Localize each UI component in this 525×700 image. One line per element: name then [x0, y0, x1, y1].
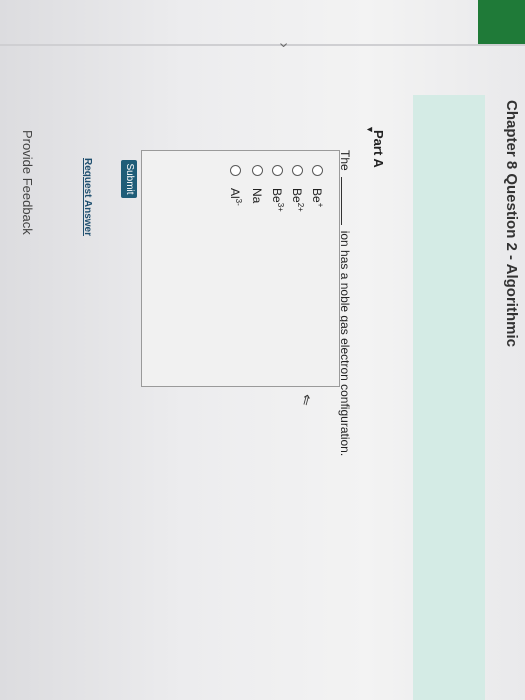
rotated-page: Chapter 8 Question 2 - Algorithmic ▼ Par… [0, 0, 525, 700]
radio-button[interactable] [312, 165, 323, 176]
part-a-label[interactable]: Part A [371, 130, 386, 168]
option-label: Be+ [310, 188, 325, 208]
radio-button[interactable] [252, 165, 263, 176]
option-na[interactable]: Na [250, 165, 265, 203]
option-al-3minus[interactable]: Al3- [228, 165, 243, 206]
option-label: Al3- [228, 188, 243, 206]
radio-button[interactable] [272, 165, 283, 176]
chapter-title: Chapter 8 Question 2 - Algorithmic [503, 100, 520, 347]
option-be-3plus[interactable]: Be3+ [270, 165, 285, 212]
option-be-plus[interactable]: Be+ [310, 165, 325, 207]
mouse-cursor-icon: ⇖ [297, 390, 317, 409]
question-prefix: The [338, 150, 352, 171]
option-label: Na [250, 188, 264, 204]
radio-button[interactable] [292, 165, 303, 176]
option-label: Be3+ [270, 188, 285, 212]
provide-feedback-link[interactable]: Provide Feedback [20, 130, 35, 235]
request-answer-link[interactable]: Request Answer [82, 158, 93, 236]
question-suffix: ion has a noble gas electron configurati… [338, 230, 352, 457]
question-text: The ion has a noble gas electron configur… [338, 150, 353, 456]
answer-blank [341, 176, 353, 225]
option-label: Be2+ [290, 188, 305, 212]
radio-button[interactable] [230, 165, 241, 176]
header-band [413, 95, 485, 700]
submit-button[interactable]: Submit [121, 160, 137, 198]
option-be-2plus[interactable]: Be2+ [290, 165, 305, 212]
